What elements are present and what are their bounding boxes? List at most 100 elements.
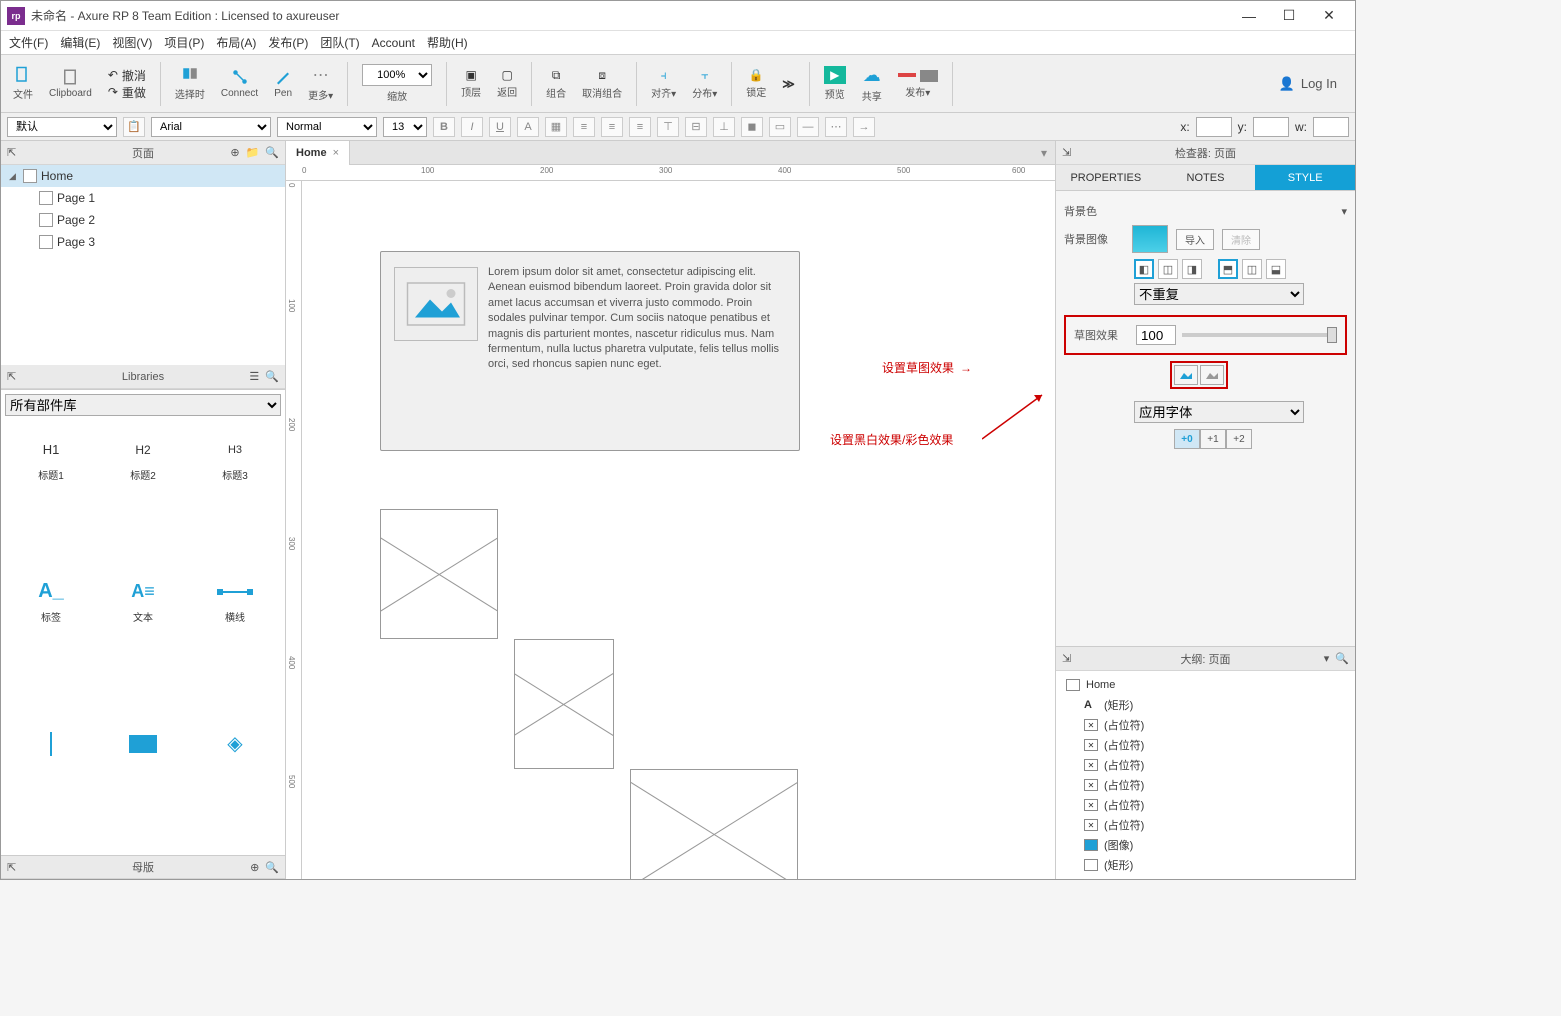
widget-text[interactable]: A≡文本 — [99, 568, 187, 634]
add-folder-icon[interactable]: 📁 — [246, 146, 260, 159]
menu-arrange[interactable]: 布局(A) — [216, 34, 256, 51]
filter-icon[interactable]: ▾ — [1324, 652, 1330, 665]
outline-rect2[interactable]: (矩形) — [1056, 855, 1355, 875]
align-top-icon[interactable]: ⬒ — [1218, 259, 1238, 279]
add-master-icon[interactable]: ⊕ — [250, 861, 259, 874]
highlight-button[interactable]: ▦ — [545, 117, 567, 137]
fill-button[interactable]: ◼ — [741, 117, 763, 137]
menu-project[interactable]: 项目(P) — [164, 34, 204, 51]
search-icon[interactable]: 🔍 — [1335, 652, 1349, 665]
maximize-button[interactable]: ☐ — [1269, 2, 1309, 30]
page-home[interactable]: ◢Home — [1, 165, 285, 187]
bg-image-thumb[interactable] — [1132, 225, 1168, 253]
tab-notes[interactable]: NOTES — [1156, 165, 1256, 190]
valign-top-button[interactable]: ⊤ — [657, 117, 679, 137]
canvas[interactable]: Lorem ipsum dolor sit amet, consectetur … — [302, 181, 1055, 879]
lib-menu-icon[interactable]: ☰ — [249, 370, 259, 383]
style-manager-button[interactable]: 📋 — [123, 117, 145, 137]
widget-hotspot[interactable] — [99, 711, 187, 777]
line-width-button[interactable]: — — [797, 117, 819, 137]
weight-select[interactable]: Normal — [277, 117, 377, 137]
tool-group[interactable]: ⧉组合 — [540, 58, 572, 110]
sketch-value-input[interactable] — [1136, 325, 1176, 345]
menu-publish[interactable]: 发布(P) — [268, 34, 308, 51]
widget-title1[interactable]: H1标题1 — [7, 426, 95, 492]
collapse-icon[interactable]: ⇱ — [7, 861, 16, 874]
step-1[interactable]: +1 — [1200, 429, 1226, 449]
search-icon[interactable]: 🔍 — [265, 370, 279, 383]
widget-dynamic[interactable]: ◈ — [191, 711, 279, 777]
italic-button[interactable]: I — [461, 117, 483, 137]
outline-ph[interactable]: ✕(占位符) — [1056, 735, 1355, 755]
outline-rect[interactable]: A(矩形) — [1056, 695, 1355, 715]
menu-help[interactable]: 帮助(H) — [427, 34, 468, 51]
outline-home[interactable]: Home — [1056, 675, 1355, 695]
menu-edit[interactable]: 编辑(E) — [60, 34, 100, 51]
menu-view[interactable]: 视图(V) — [112, 34, 152, 51]
collapse-icon[interactable]: ⇲ — [1062, 146, 1071, 159]
tool-clipboard[interactable]: Clipboard — [43, 58, 98, 110]
widget-vline[interactable] — [7, 711, 95, 777]
library-select[interactable]: 所有部件库 — [5, 394, 281, 416]
collapse-icon[interactable]: ⇱ — [7, 146, 16, 159]
widget-title3[interactable]: H3标题3 — [191, 426, 279, 492]
align-mid-icon[interactable]: ◫ — [1242, 259, 1262, 279]
shape-image[interactable] — [394, 267, 478, 341]
tab-home[interactable]: Home× — [286, 141, 350, 165]
tool-front[interactable]: ▣顶层 — [455, 58, 487, 110]
tool-overflow[interactable]: ≫ — [776, 58, 801, 110]
bold-button[interactable]: B — [433, 117, 455, 137]
clear-button[interactable]: 清除 — [1222, 229, 1260, 250]
style-select[interactable]: 默认 — [7, 117, 117, 137]
search-icon[interactable]: 🔍 — [265, 861, 279, 874]
widget-label[interactable]: A_标签 — [7, 568, 95, 634]
line-style-button[interactable]: ⋯ — [825, 117, 847, 137]
collapse-icon[interactable]: ⇲ — [1062, 652, 1071, 665]
menu-account[interactable]: Account — [372, 36, 415, 50]
redo-label[interactable]: 重做 — [122, 84, 146, 101]
font-select[interactable]: Arial — [151, 117, 271, 137]
y-input[interactable] — [1253, 117, 1289, 137]
outline-ph[interactable]: ✕(占位符) — [1056, 755, 1355, 775]
align-bot-icon[interactable]: ⬓ — [1266, 259, 1286, 279]
undo-icon[interactable]: ↶ — [108, 68, 118, 82]
widget-hline[interactable]: 横线 — [191, 568, 279, 634]
close-button[interactable]: ✕ — [1309, 2, 1349, 30]
bg-color-picker[interactable]: ▾ — [1341, 205, 1347, 218]
tool-share[interactable]: ☁共享 — [856, 58, 888, 110]
outline-ph[interactable]: ✕(占位符) — [1056, 815, 1355, 835]
x-input[interactable] — [1196, 117, 1232, 137]
tool-select[interactable]: 选择时 — [169, 58, 211, 110]
underline-button[interactable]: U — [489, 117, 511, 137]
menu-file[interactable]: 文件(F) — [9, 34, 48, 51]
color-effect-button[interactable] — [1174, 365, 1198, 385]
collapse-icon[interactable]: ⇱ — [7, 370, 16, 383]
zoom-select[interactable]: 100% — [362, 64, 432, 86]
page-3[interactable]: Page 3 — [1, 231, 285, 253]
outline-ph[interactable]: ✕(占位符) — [1056, 775, 1355, 795]
shape-placeholder[interactable] — [380, 509, 498, 639]
tool-file[interactable]: 文件 — [7, 58, 39, 110]
size-select[interactable]: 13 — [383, 117, 427, 137]
page-1[interactable]: Page 1 — [1, 187, 285, 209]
add-page-icon[interactable]: ⊕ — [230, 146, 239, 159]
tool-more[interactable]: ⋯ 更多▾ — [302, 58, 339, 110]
tool-ungroup[interactable]: ⧈取消组合 — [576, 58, 628, 110]
tool-connect[interactable]: Connect — [215, 58, 264, 110]
w-input[interactable] — [1313, 117, 1349, 137]
minimize-button[interactable]: — — [1229, 2, 1269, 30]
search-icon[interactable]: 🔍 — [265, 146, 279, 159]
page-2[interactable]: Page 2 — [1, 209, 285, 231]
repeat-select[interactable]: 不重复 — [1134, 283, 1304, 305]
tool-zoom[interactable]: 100% 缩放 — [356, 58, 438, 110]
close-tab-icon[interactable]: × — [333, 147, 339, 159]
align-center-button[interactable]: ≡ — [601, 117, 623, 137]
valign-mid-button[interactable]: ⊟ — [685, 117, 707, 137]
step-0[interactable]: +0 — [1174, 429, 1200, 449]
tool-pen[interactable]: Pen — [268, 58, 298, 110]
sketch-slider[interactable] — [1182, 333, 1337, 337]
font-color-button[interactable]: A — [517, 117, 539, 137]
tool-lock[interactable]: 🔒锁定 — [740, 58, 772, 110]
apply-font-select[interactable]: 应用字体 — [1134, 401, 1304, 423]
tool-back[interactable]: ▢返回 — [491, 58, 523, 110]
